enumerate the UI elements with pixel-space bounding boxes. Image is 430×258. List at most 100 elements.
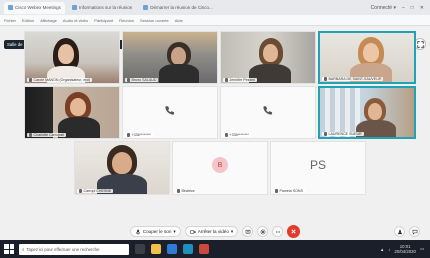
task-view-icon[interactable] (135, 244, 145, 254)
microphone-icon (29, 78, 32, 82)
chevron-down-icon[interactable]: ▾ (231, 229, 233, 235)
microphone-icon (127, 78, 130, 82)
menu-item-session[interactable]: Session ouverte (140, 18, 169, 23)
participant-tile-carole[interactable]: Carole MANON (Organisateur, moi) (24, 31, 120, 84)
microphone-icon (225, 78, 228, 82)
menu-item-participant[interactable]: Participant (94, 18, 113, 23)
mute-button[interactable]: Couper le son ▾ (129, 226, 181, 237)
tab-label: Cisco Webex Meetings (15, 4, 61, 10)
menu-item-help[interactable]: Aide (175, 18, 183, 23)
edge-browser-icon[interactable] (167, 244, 177, 254)
participant-tile-carrupi[interactable]: Carrupi CHESNE (74, 141, 170, 195)
video-feed (112, 152, 132, 174)
participant-name-text: Jennifer Pezzini (229, 78, 255, 82)
video-feed (263, 44, 278, 62)
record-icon (260, 229, 266, 234)
windows-start-icon[interactable] (4, 244, 14, 254)
search-icon: ⌕ (22, 246, 25, 252)
chat-icon (412, 229, 417, 235)
participant-tile-beatrice[interactable]: B Béatrice (172, 141, 268, 195)
participant-tile-barbara[interactable]: BARBARA DE SAINT-SAUVEUR (318, 31, 416, 84)
participant-grid: Carole MANON (Organisateur, moi) Bruno S… (24, 31, 416, 195)
menu-item-view[interactable]: Affichage (40, 18, 57, 23)
participant-name: Charlotte Carrupati (27, 133, 66, 137)
microphone-icon (29, 133, 32, 137)
participant-name: Béatrice (175, 189, 197, 193)
camera-icon (190, 229, 196, 234)
participant-tile-bruno[interactable]: Bruno SALAUD (122, 31, 218, 84)
video-feed (159, 64, 199, 83)
menu-bar: Fichier Edition Affichage Audio et vidéo… (0, 15, 430, 26)
participant-name-text: +336******** (131, 133, 151, 137)
participant-name-text: Pamela SONS (279, 189, 303, 193)
webex-favicon-icon (8, 5, 13, 10)
clock-date: 20/04/2020 (394, 249, 416, 254)
participant-tile-laurence[interactable]: LAURENCE SUEUR (318, 86, 416, 139)
record-button[interactable] (257, 226, 269, 237)
window-controls: Connecté ▾ – □ ✕ (371, 5, 430, 11)
more-icon (275, 230, 280, 233)
video-feed (70, 98, 86, 116)
video-feed (363, 43, 379, 62)
share-button[interactable] (242, 226, 254, 237)
avatar: B (212, 157, 228, 174)
notifications-icon[interactable]: ▭ (420, 246, 424, 252)
browser-tab-webex[interactable]: Cisco Webex Meetings (4, 1, 65, 14)
microphone-icon (79, 189, 82, 193)
microphone-icon (324, 132, 327, 136)
video-feed (368, 103, 382, 120)
participant-initials: PS (309, 158, 327, 173)
menu-item-file[interactable]: Fichier (4, 18, 16, 23)
participant-name-text: +336******** (229, 133, 249, 137)
network-icon[interactable]: ▲ (380, 247, 384, 252)
participant-tile-charlotte[interactable]: Charlotte Carrupati (24, 86, 120, 139)
participant-name: Pamela SONS (273, 189, 305, 193)
maximize-icon[interactable]: □ (411, 5, 414, 11)
participant-name: Carrupi CHESNE (77, 189, 114, 193)
info-favicon-icon (71, 5, 77, 10)
mute-label: Couper le son (142, 229, 172, 234)
file-explorer-icon[interactable] (151, 244, 161, 254)
video-feed (58, 44, 74, 64)
menu-item-meeting[interactable]: Réunion (119, 18, 134, 23)
participant-name: Bruno SALAUD (125, 78, 159, 82)
participant-name-text: Charlotte Carrupati (33, 133, 64, 137)
participant-name-text: Carrupi CHESNE (83, 189, 112, 193)
chat-panel-button[interactable] (409, 226, 420, 237)
chevron-down-icon[interactable]: ▾ (173, 229, 175, 235)
screen: Cisco Webex Meetings Informations sur la… (0, 0, 430, 258)
leave-meeting-button[interactable] (287, 225, 301, 238)
avatar-initials: B (217, 161, 223, 169)
side-controls (394, 226, 420, 237)
microphone-icon (275, 189, 278, 193)
participant-name: +336******** (125, 133, 153, 137)
office-app-icon[interactable] (199, 244, 209, 254)
webex-app-icon[interactable] (183, 244, 193, 254)
participant-tile-phone-1[interactable]: +336******** (122, 86, 218, 139)
participant-tile-jennifer[interactable]: Jennifer Pezzini (220, 31, 316, 84)
participants-icon (397, 229, 402, 234)
taskbar-search-input[interactable]: ⌕ Tapez ici pour effectuer une recherche (19, 243, 129, 255)
stop-video-button[interactable]: Arrêter la vidéo ▾ (184, 226, 239, 237)
browser-tab-start[interactable]: Démarrer la réunion de Cisco... (139, 2, 217, 14)
participant-tile-pamela[interactable]: PS Pamela SONS (270, 141, 366, 195)
share-icon (245, 229, 251, 233)
cisco-favicon-icon (143, 5, 149, 10)
participant-name-text: LAURENCE SUEUR (328, 132, 362, 136)
participants-panel-button[interactable] (394, 226, 405, 237)
more-options-button[interactable] (272, 226, 284, 237)
participant-tile-phone-2[interactable]: +336******** (220, 86, 316, 139)
menu-item-edit[interactable]: Edition (22, 18, 34, 23)
minimize-icon[interactable]: – (402, 5, 405, 11)
meeting-controls: Couper le son ▾ Arrêter la vidéo ▾ (0, 223, 430, 240)
participant-name-text: Bruno SALAUD (131, 78, 157, 82)
participant-name: Carole MANON (Organisateur, moi) (27, 78, 93, 82)
browser-tab-info[interactable]: Informations sur la réunion (68, 2, 136, 14)
volume-icon[interactable]: ♪ (388, 247, 390, 252)
menu-item-audio-video[interactable]: Audio et vidéo (63, 18, 88, 23)
phone-icon (263, 105, 273, 115)
fullscreen-icon (416, 40, 424, 48)
close-window-icon[interactable]: ✕ (420, 5, 424, 11)
taskbar-clock[interactable]: 10:01 20/04/2020 (394, 244, 416, 254)
connection-status[interactable]: Connecté ▾ (371, 5, 396, 11)
